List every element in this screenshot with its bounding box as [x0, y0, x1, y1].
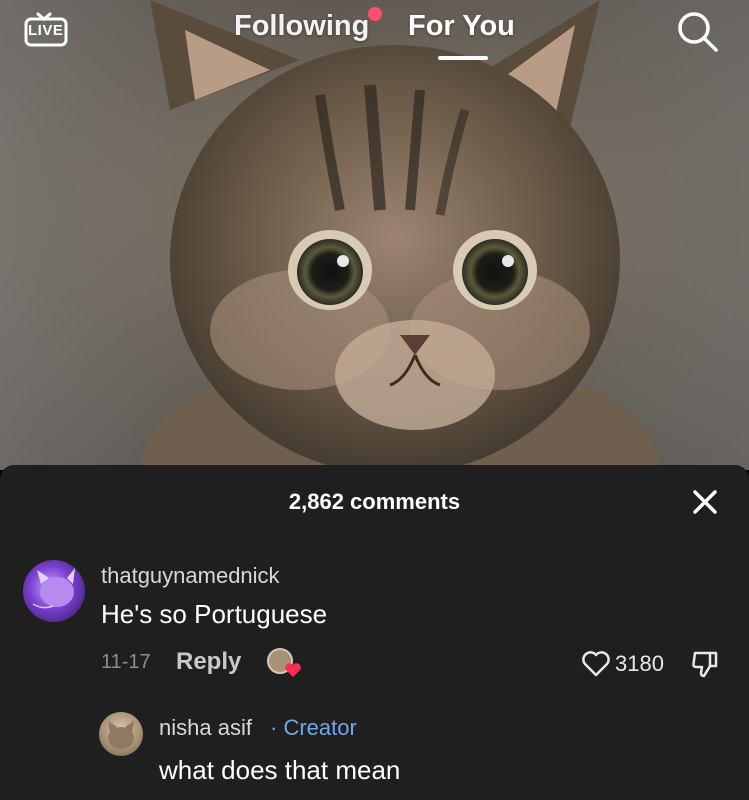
comments-sheet: 2,862 comments thatguynamednick He's so …: [0, 465, 749, 800]
cat-avatar-icon: [32, 568, 75, 609]
active-tab-indicator: [438, 56, 488, 60]
notification-dot: [368, 7, 382, 21]
like-count: 3180: [615, 651, 664, 676]
avatar[interactable]: [23, 560, 85, 622]
creator-liked-icon: [267, 648, 301, 677]
comment-username[interactable]: thatguynamednick: [101, 563, 280, 589]
reply-button[interactable]: Reply: [176, 648, 241, 676]
dislike-icon[interactable]: [690, 649, 720, 679]
kitten-image: [140, 0, 660, 470]
comments-count-title: 2,862 comments: [288, 489, 461, 514]
tab-for-you[interactable]: For You: [408, 10, 515, 43]
search-icon[interactable]: [674, 8, 722, 56]
video-frame[interactable]: [0, 0, 749, 470]
comment-text: what does that mean: [159, 755, 401, 785]
close-icon[interactable]: [692, 489, 718, 515]
live-button[interactable]: LIVE: [24, 8, 72, 48]
cat-avatar-icon: [108, 721, 134, 749]
comment-text: He's so Portuguese: [101, 599, 328, 629]
creator-badge: · Creator: [270, 715, 357, 740]
heart-icon[interactable]: [581, 650, 611, 678]
comment-date: 11-17: [101, 651, 151, 673]
comment-username[interactable]: nisha asif: [159, 715, 252, 741]
tab-following[interactable]: Following: [234, 10, 369, 43]
live-label: LIVE: [28, 22, 64, 39]
avatar[interactable]: [99, 712, 143, 756]
top-nav: LIVE Following For You: [0, 0, 749, 70]
